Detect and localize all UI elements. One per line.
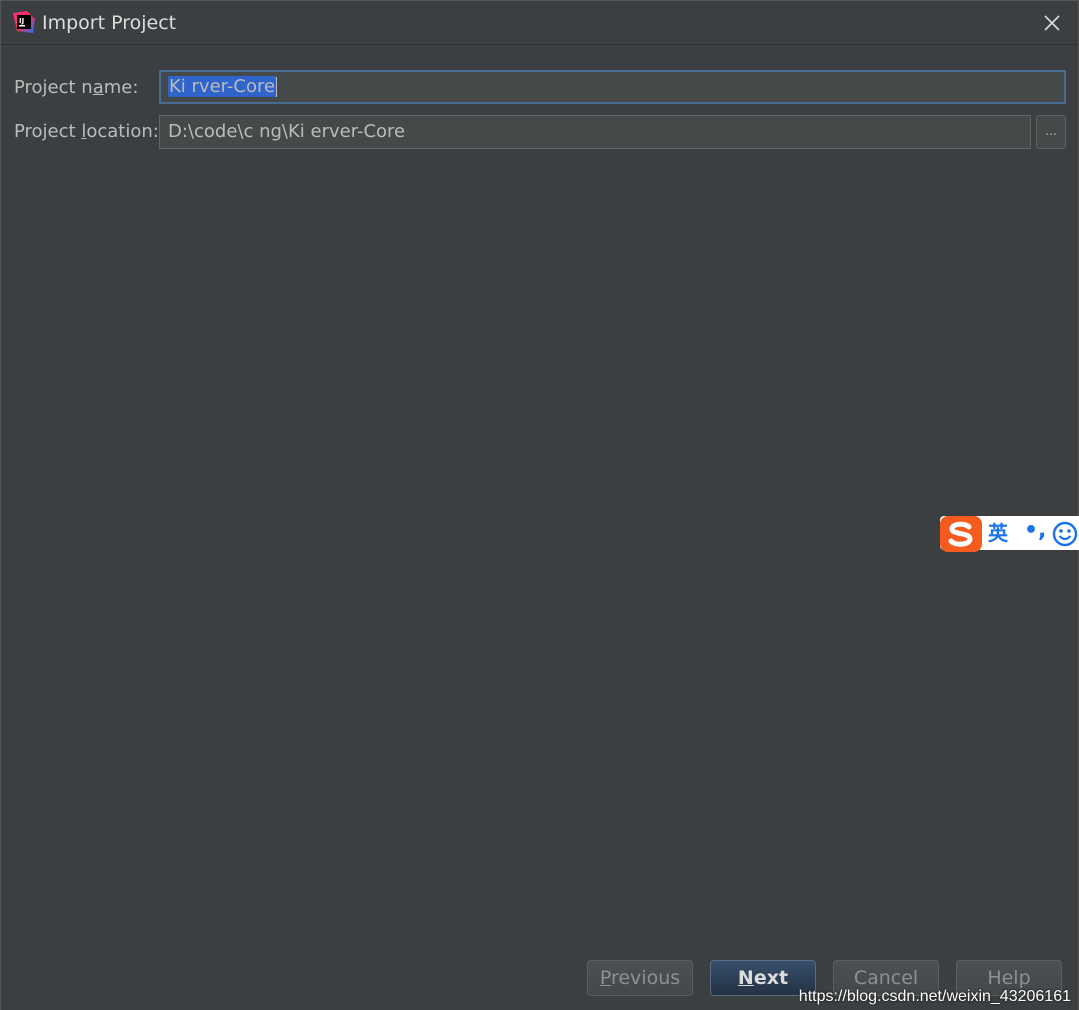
smiley-icon[interactable] [1052, 521, 1078, 547]
intellij-idea-icon: IJ [13, 11, 35, 33]
ime-toolbar[interactable]: 英 •, [940, 516, 1079, 552]
text-cursor [276, 77, 278, 97]
ime-punctuation-toggle[interactable]: •, [1024, 518, 1046, 544]
sogou-s-icon[interactable] [940, 516, 982, 552]
project-name-input[interactable]: Ki rver-Core [159, 70, 1066, 104]
project-name-value: Ki rver-Core [168, 76, 277, 97]
project-location-label: Project location: [14, 121, 159, 142]
svg-text:IJ: IJ [19, 17, 24, 25]
browse-location-button[interactable]: ... [1036, 115, 1066, 149]
dialog-content: Project name: Ki rver-Core Project locat… [1, 46, 1078, 1010]
project-location-input[interactable]: D:\code\c ng\Ki erver-Core [159, 115, 1031, 149]
ime-language-toggle[interactable]: 英 [988, 520, 1008, 546]
import-project-dialog: IJ Import Project Project name: Ki rver-… [0, 0, 1079, 1010]
watermark: https://blog.csdn.net/weixin_43206161 [798, 988, 1071, 1005]
close-icon[interactable] [1040, 11, 1064, 35]
project-location-value: D:\code\c ng\Ki erver-Core [168, 121, 406, 142]
previous-button[interactable]: Previous [587, 960, 693, 996]
title-bar: IJ Import Project [1, 1, 1078, 45]
dialog-title: Import Project [42, 12, 177, 34]
project-name-label: Project name: [14, 77, 139, 98]
